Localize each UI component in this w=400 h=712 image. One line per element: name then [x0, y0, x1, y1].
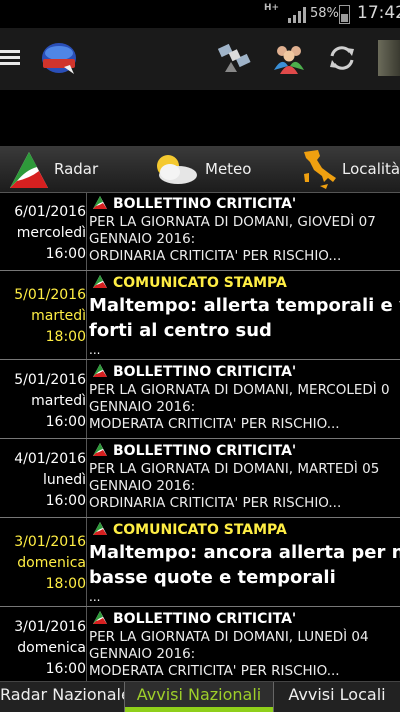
italy-triangle-icon	[93, 364, 107, 377]
item-line: MODERATA CRITICITA' PER RISCHIO...	[89, 663, 340, 679]
tab-meteo-label: Meteo	[205, 160, 252, 178]
item-date: 5/01/2016	[14, 372, 86, 388]
alerts-list: 6/01/2016 mercoledì 16:00 BOLLETTINO CRI…	[0, 192, 400, 681]
list-item[interactable]: 5/01/2016 martedì 18:00 COMUNICATO STAMP…	[0, 271, 400, 360]
app-logo[interactable]	[40, 41, 78, 75]
italy-triangle-icon	[10, 152, 48, 188]
item-weekday: lunedì	[42, 472, 86, 488]
item-line: PER LA GIORNATA DI DOMANI, LUNEDÌ 04	[89, 629, 369, 645]
italy-map-icon	[304, 150, 336, 189]
spacer	[0, 90, 400, 146]
item-date: 3/01/2016	[14, 534, 86, 550]
avatar[interactable]	[378, 40, 400, 76]
list-item[interactable]: 6/01/2016 mercoledì 16:00 BOLLETTINO CRI…	[0, 192, 400, 271]
item-type: BOLLETTINO CRITICITA'	[113, 364, 297, 380]
tab-radar-nazionale[interactable]: Radar Nazionale	[0, 682, 124, 712]
italy-triangle-icon	[93, 611, 107, 624]
item-time: 16:00	[45, 661, 86, 677]
item-line: PER LA GIORNATA DI DOMANI, MERCOLEDÌ 0	[89, 382, 390, 398]
item-time: 16:00	[45, 493, 86, 509]
item-line: ORDINARIA CRITICITA' PER RISCHIO...	[89, 248, 342, 264]
action-bar	[0, 28, 400, 90]
list-item[interactable]: 5/01/2016 martedì 16:00 BOLLETTINO CRITI…	[0, 360, 400, 439]
bottom-tab-bar: Radar Nazionale Avvisi Nazionali Avvisi …	[0, 681, 400, 712]
item-line: PER LA GIORNATA DI DOMANI, GIOVEDÌ 07	[89, 214, 376, 230]
item-headline: basse quote e temporali	[89, 567, 336, 588]
list-item[interactable]: 3/01/2016 domenica 16:00 BOLLETTINO CRIT…	[0, 607, 400, 681]
item-date: 6/01/2016	[14, 204, 86, 220]
tab-label: Avvisi Nazionali	[136, 685, 262, 704]
item-weekday: domenica	[17, 640, 86, 656]
item-line: GENNAIO 2016:	[89, 478, 196, 494]
tab-radar[interactable]: Radar	[8, 146, 103, 192]
clock: 17:42	[357, 3, 400, 23]
satellite-icon[interactable]	[217, 40, 253, 76]
item-headline: Maltempo: ancora allerta per neve a	[89, 542, 400, 563]
tab-meteo[interactable]: Meteo	[150, 146, 260, 192]
italy-triangle-icon	[93, 275, 107, 288]
item-date: 4/01/2016	[14, 451, 86, 467]
tab-label: Avvisi Locali	[288, 685, 386, 704]
item-type: COMUNICATO STAMPA	[113, 275, 287, 291]
item-headline: Maltempo: allerta temporali e venti	[89, 295, 400, 316]
italy-triangle-icon	[93, 196, 107, 209]
tab-label: Radar Nazionale	[0, 685, 124, 704]
item-time: 16:00	[45, 414, 86, 430]
menu-icon[interactable]	[0, 50, 20, 66]
top-tab-bar: Radar Meteo Località	[0, 146, 400, 193]
item-headline: forti al centro sud	[89, 320, 272, 341]
item-line: PER LA GIORNATA DI DOMANI, MARTEDÌ 05	[89, 461, 380, 477]
item-ellipsis: ...	[89, 343, 101, 357]
item-time: 18:00	[45, 329, 86, 345]
italy-triangle-icon	[93, 522, 107, 535]
item-ellipsis: ...	[89, 590, 101, 604]
item-time: 16:00	[45, 246, 86, 262]
tab-localita-label: Località	[342, 160, 400, 178]
item-weekday: mercoledì	[16, 225, 86, 241]
item-type: BOLLETTINO CRITICITA'	[113, 611, 297, 627]
item-line: MODERATA CRITICITA' PER RISCHIO...	[89, 416, 340, 432]
item-line: ORDINARIA CRITICITA' PER RISCHIO...	[89, 495, 342, 511]
battery-percent: 58%	[310, 6, 339, 21]
tab-radar-label: Radar	[54, 160, 99, 178]
active-tab-indicator	[125, 707, 273, 712]
item-date: 3/01/2016	[14, 619, 86, 635]
refresh-icon[interactable]	[324, 40, 360, 76]
item-weekday: martedì	[31, 308, 86, 324]
item-time: 18:00	[45, 576, 86, 592]
tab-localita[interactable]: Località	[300, 146, 400, 192]
item-weekday: domenica	[17, 555, 86, 571]
item-line: GENNAIO 2016:	[89, 399, 196, 415]
italy-triangle-icon	[93, 443, 107, 456]
list-item[interactable]: 3/01/2016 domenica 18:00 COMUNICATO STAM…	[0, 518, 400, 607]
item-line: GENNAIO 2016:	[89, 646, 196, 662]
cloud-sun-icon	[157, 155, 197, 184]
item-type: COMUNICATO STAMPA	[113, 522, 287, 538]
status-bar: H+ 58% 17:42	[0, 0, 400, 28]
item-type: BOLLETTINO CRITICITA'	[113, 443, 297, 459]
item-date: 5/01/2016	[14, 287, 86, 303]
battery-icon	[339, 5, 350, 24]
item-weekday: martedì	[31, 393, 86, 409]
tab-avvisi-locali[interactable]: Avvisi Locali	[274, 682, 400, 712]
item-line: GENNAIO 2016:	[89, 231, 196, 247]
people-icon[interactable]	[271, 40, 307, 76]
item-type: BOLLETTINO CRITICITA'	[113, 196, 297, 212]
network-type: H+	[264, 3, 280, 13]
list-item[interactable]: 4/01/2016 lunedì 16:00 BOLLETTINO CRITIC…	[0, 439, 400, 518]
signal-icon	[288, 7, 306, 23]
